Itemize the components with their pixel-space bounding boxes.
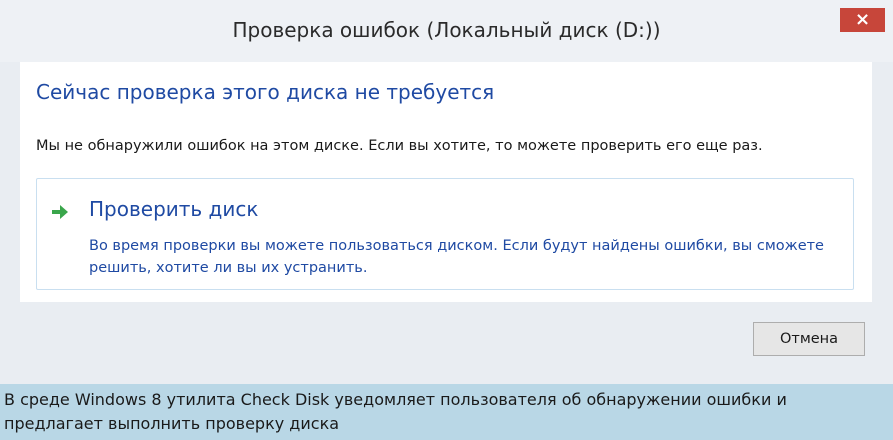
window-title: Проверка ошибок (Локальный диск (D:)) [232, 18, 661, 42]
command-link-title: Проверить диск [89, 197, 259, 221]
error-check-dialog: Проверка ошибок (Локальный диск (D:)) × … [0, 0, 893, 384]
dialog-content: Сейчас проверка этого диска не требуется… [20, 62, 872, 302]
close-button[interactable]: × [840, 8, 885, 32]
title-bar: Проверка ошибок (Локальный диск (D:)) × [0, 0, 893, 62]
command-link-description: Во время проверки вы можете пользоваться… [89, 238, 824, 276]
caption-text: В среде Windows 8 утилита Check Disk уве… [4, 390, 787, 433]
figure-caption: В среде Windows 8 утилита Check Disk уве… [0, 384, 893, 440]
content-message: Мы не обнаружили ошибок на этом диске. Е… [36, 138, 763, 154]
cancel-button[interactable]: Отмена [753, 322, 865, 356]
green-arrow-icon [52, 205, 68, 219]
scan-drive-command-link[interactable]: Проверить диск Во время проверки вы може… [36, 178, 854, 290]
dialog-footer: Отмена [0, 302, 893, 384]
main-instruction: Сейчас проверка этого диска не требуется [36, 80, 495, 104]
